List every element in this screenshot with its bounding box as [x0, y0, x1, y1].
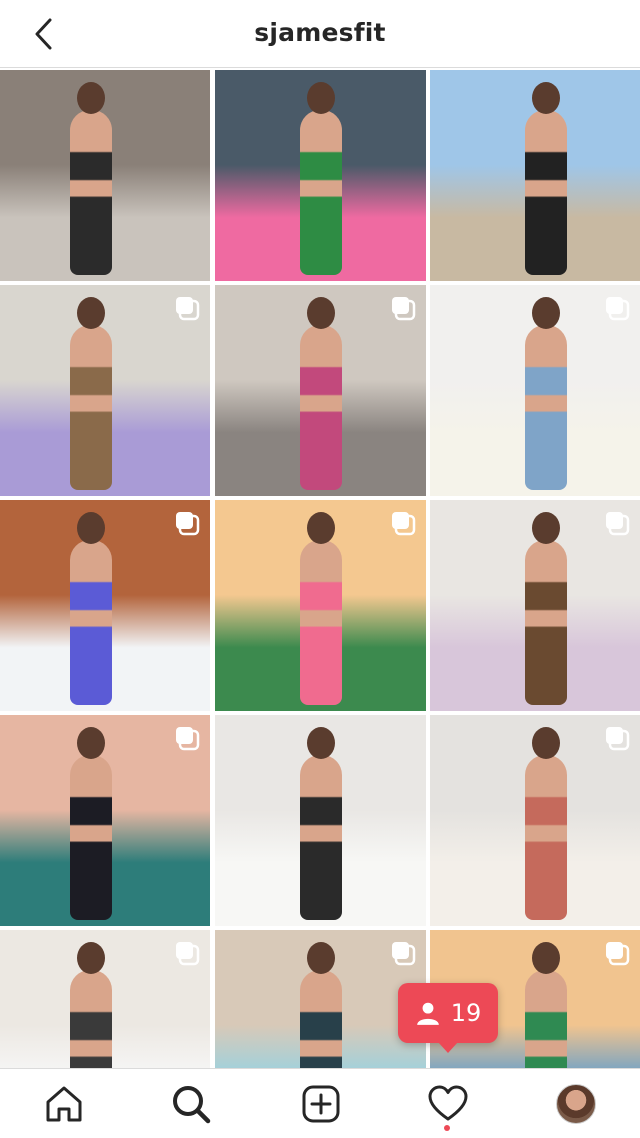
carousel-icon — [176, 942, 200, 966]
person-head — [77, 297, 105, 329]
person-head — [532, 512, 560, 544]
tab-new-post[interactable] — [300, 1083, 342, 1125]
carousel-icon — [606, 297, 630, 321]
tab-activity[interactable] — [427, 1083, 469, 1125]
post-thumbnail[interactable] — [214, 500, 426, 711]
likes-count: 19 — [450, 999, 482, 1027]
person-silhouette — [299, 540, 342, 705]
carousel-icon — [176, 727, 200, 751]
person-silhouette — [525, 755, 567, 920]
post-thumbnail[interactable] — [0, 70, 210, 281]
person-head — [77, 512, 105, 544]
person-head — [532, 942, 560, 974]
carousel-icon — [391, 512, 415, 536]
add-post-icon — [302, 1085, 340, 1123]
profile-avatar[interactable] — [556, 1084, 596, 1124]
bottom-tab-bar — [0, 1068, 640, 1138]
person-head — [306, 512, 335, 544]
home-icon — [46, 1086, 82, 1122]
carousel-icon — [391, 942, 415, 966]
person-silhouette — [525, 540, 567, 705]
post-thumbnail[interactable] — [214, 285, 426, 496]
person-head — [532, 82, 560, 114]
post-thumbnail[interactable] — [0, 500, 210, 711]
person-head — [306, 82, 335, 114]
person-head — [77, 727, 105, 759]
posts-grid — [0, 70, 640, 1138]
person-head — [306, 727, 335, 759]
post-thumbnail[interactable] — [430, 285, 640, 496]
person-silhouette — [70, 110, 112, 275]
person-icon — [416, 1002, 439, 1025]
carousel-icon — [391, 297, 415, 321]
carousel-icon — [176, 512, 200, 536]
carousel-icon — [606, 727, 630, 751]
top-header: sjamesfit — [0, 0, 640, 68]
person-head — [306, 297, 335, 329]
person-silhouette — [70, 325, 112, 490]
post-thumbnail[interactable] — [0, 285, 210, 496]
person-silhouette — [525, 110, 567, 275]
person-silhouette — [525, 325, 567, 490]
likes-notification-badge[interactable]: 19 — [398, 983, 498, 1053]
heart-icon — [428, 1085, 468, 1121]
search-icon — [173, 1086, 211, 1124]
carousel-icon — [606, 942, 630, 966]
person-silhouette — [299, 755, 342, 920]
person-silhouette — [70, 755, 112, 920]
post-thumbnail[interactable] — [214, 715, 426, 926]
person-head — [532, 727, 560, 759]
person-head — [306, 942, 335, 974]
person-silhouette — [299, 110, 342, 275]
post-thumbnail[interactable] — [430, 70, 640, 281]
person-silhouette — [70, 540, 112, 705]
post-thumbnail[interactable] — [214, 70, 426, 281]
post-thumbnail[interactable] — [430, 715, 640, 926]
activity-dot-indicator — [444, 1125, 450, 1131]
person-head — [532, 297, 560, 329]
person-silhouette — [299, 325, 342, 490]
post-thumbnail[interactable] — [0, 715, 210, 926]
page-title: sjamesfit — [254, 18, 386, 47]
person-head — [77, 82, 105, 114]
tab-search[interactable] — [170, 1083, 212, 1125]
carousel-icon — [176, 297, 200, 321]
person-head — [77, 942, 105, 974]
post-thumbnail[interactable] — [430, 500, 640, 711]
carousel-icon — [606, 512, 630, 536]
tab-home[interactable] — [43, 1083, 85, 1125]
